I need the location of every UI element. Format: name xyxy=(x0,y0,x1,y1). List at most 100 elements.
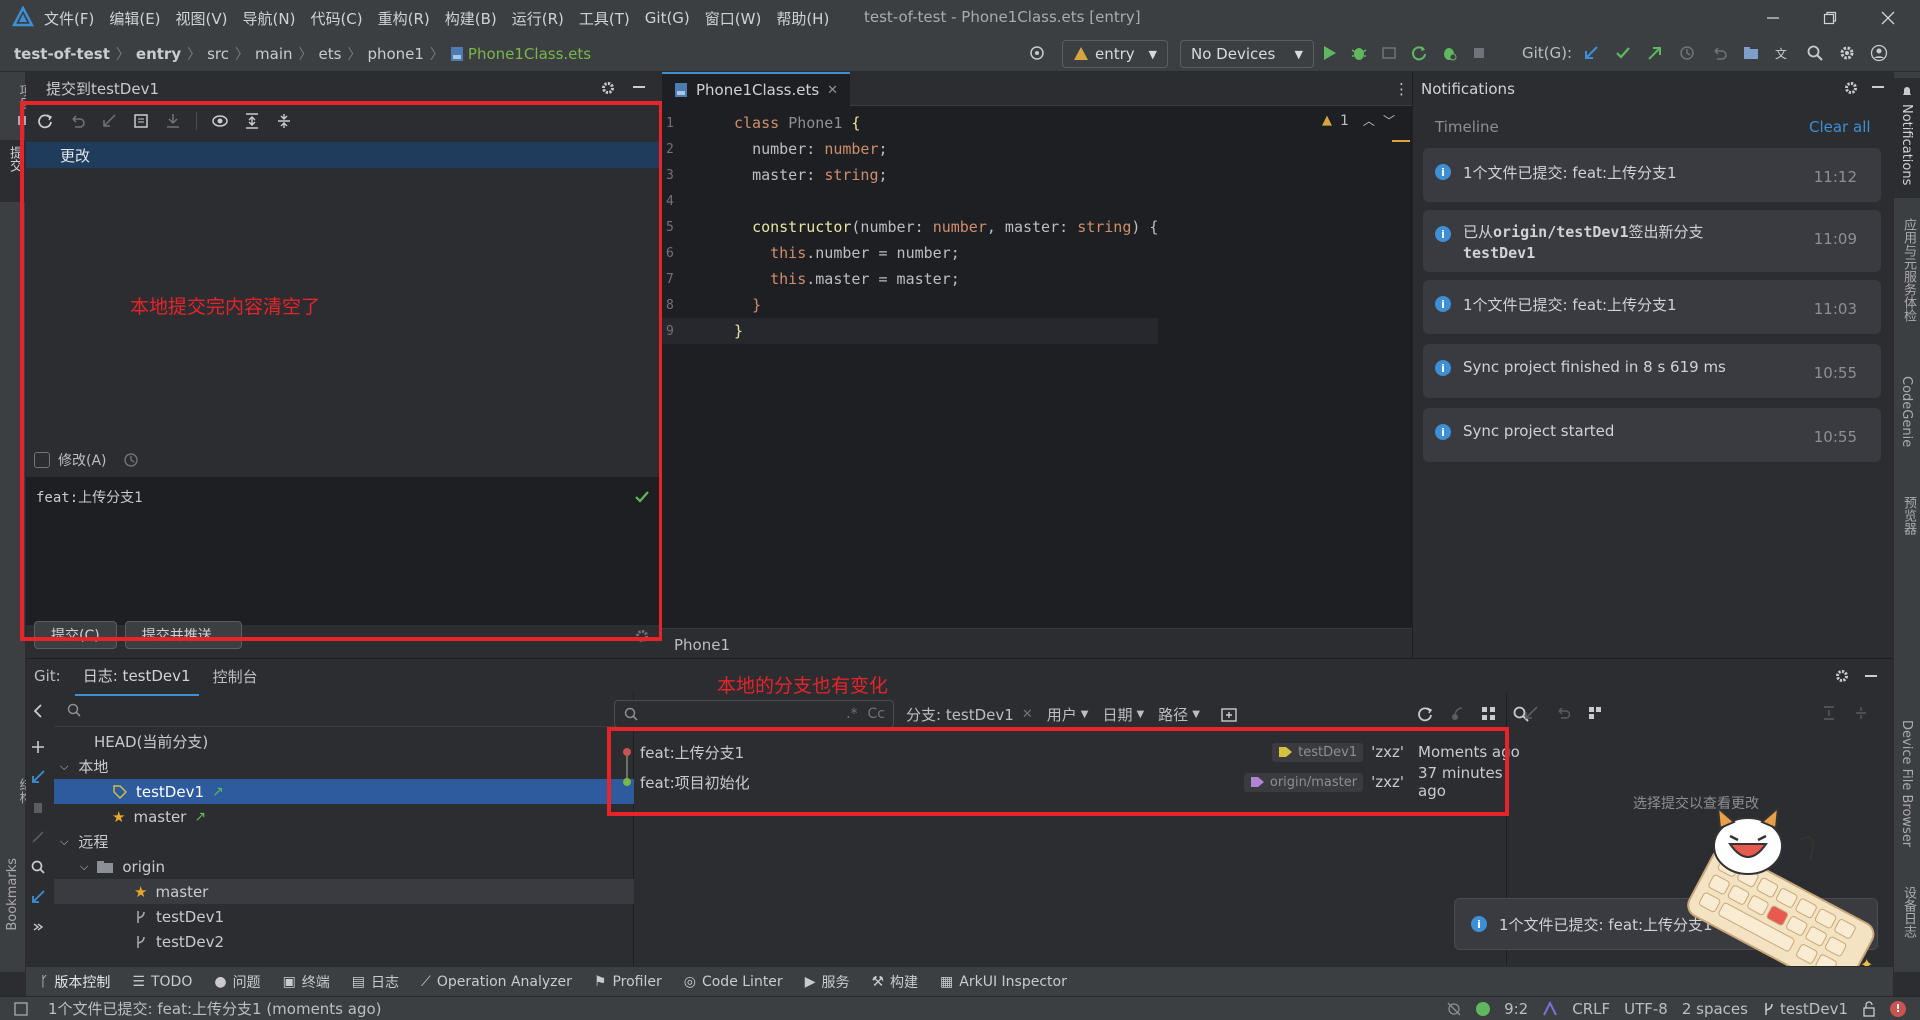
tool-version-control[interactable]: ᚴ 版本控制 xyxy=(40,972,110,992)
tree-item-branch-master[interactable]: ★ master ↗ xyxy=(112,804,206,829)
debug-icon[interactable] xyxy=(1350,44,1368,62)
run-icon[interactable] xyxy=(1320,44,1338,62)
locate-icon[interactable] xyxy=(1028,44,1046,62)
regex-icon[interactable]: .* xyxy=(846,706,857,722)
update-icon[interactable] xyxy=(30,769,46,785)
notifications-tool-button[interactable]: Notifications xyxy=(1894,78,1920,198)
notification-item[interactable]: i 1个文件已提交: feat:上传分支1 11:03 xyxy=(1423,280,1881,334)
menu-git[interactable]: Git(G) xyxy=(645,9,690,27)
match-case-icon[interactable]: Cc xyxy=(868,706,885,722)
indent-setting[interactable]: 2 spaces xyxy=(1682,1000,1748,1018)
history-icon[interactable] xyxy=(1678,44,1696,62)
line-separator[interactable]: CRLF xyxy=(1572,1000,1610,1018)
chevron-up-icon[interactable]: ︿ xyxy=(1363,112,1375,129)
date-filter[interactable]: 日期 xyxy=(1102,704,1132,725)
module-select[interactable]: entry ▼ xyxy=(1062,40,1168,68)
account-icon[interactable] xyxy=(1870,44,1888,62)
tree-item-remote-master[interactable]: ★ master xyxy=(54,879,634,904)
expand-all-icon[interactable] xyxy=(1821,705,1837,721)
stop-icon[interactable] xyxy=(1470,44,1488,62)
group-by-icon[interactable] xyxy=(1587,705,1603,721)
app-check-tool-button[interactable]: 应用与元服务体检 xyxy=(1899,218,1920,326)
reload-icon[interactable] xyxy=(1410,44,1428,62)
minimize-button[interactable] xyxy=(1745,0,1801,36)
current-branch[interactable]: testDev1 xyxy=(1762,1000,1848,1018)
branches-icon[interactable] xyxy=(1742,44,1760,62)
log-search-input[interactable]: .* Cc xyxy=(614,700,894,728)
device-file-browser-button[interactable]: Device File Browser xyxy=(1899,720,1920,851)
code-line[interactable]: 1 class Phone1 { xyxy=(662,110,1158,136)
push-icon[interactable] xyxy=(1646,44,1664,62)
search-icon[interactable] xyxy=(1806,44,1824,62)
tool-log[interactable]: ▤ 日志 xyxy=(352,972,399,992)
crumb-src[interactable]: src xyxy=(207,45,229,63)
menu-help[interactable]: 帮助(H) xyxy=(776,8,829,29)
device-select[interactable]: No Devices ▼ xyxy=(1180,40,1314,68)
tree-item-branch-testdev1[interactable]: testDev1 ↗ xyxy=(54,779,634,804)
menu-build[interactable]: 构建(B) xyxy=(445,8,497,29)
update-icon[interactable] xyxy=(1523,705,1539,721)
status-ok-icon[interactable] xyxy=(1476,1001,1491,1016)
tree-item-local[interactable]: ⌵ 本地 xyxy=(60,754,108,779)
rollback-icon[interactable] xyxy=(1710,44,1728,62)
tool-code-linter[interactable]: ◎ Code Linter xyxy=(684,974,783,990)
branch-search-input[interactable] xyxy=(54,693,634,727)
settings-gear-icon[interactable] xyxy=(1838,44,1856,62)
panel-minimize-icon[interactable] xyxy=(1864,669,1878,683)
code-line[interactable]: 3 master: string; xyxy=(662,162,1158,188)
refresh-icon[interactable] xyxy=(1416,705,1434,723)
menu-tools[interactable]: 工具(T) xyxy=(579,8,630,29)
code-line[interactable]: 2 number: number; xyxy=(662,136,1158,162)
menu-navigate[interactable]: 导航(N) xyxy=(243,8,296,29)
search-icon[interactable] xyxy=(30,859,46,875)
clear-filter-icon[interactable]: ✕ xyxy=(1022,707,1033,722)
notification-item[interactable]: i Sync project started 10:55 xyxy=(1423,408,1881,462)
tab-console[interactable]: 控制台 xyxy=(213,666,258,687)
tool-build[interactable]: ⚒ 构建 xyxy=(871,972,918,992)
update-project-icon[interactable] xyxy=(1582,44,1600,62)
panel-minimize-icon[interactable] xyxy=(1871,80,1885,94)
tree-item-head[interactable]: HEAD(当前分支) xyxy=(94,729,208,754)
crumb-project[interactable]: test-of-test xyxy=(14,45,110,63)
tool-terminal[interactable]: ▣ 终端 xyxy=(283,972,330,992)
error-indicator-icon[interactable]: ! xyxy=(1890,1000,1906,1017)
restore-button[interactable] xyxy=(1802,0,1858,36)
tool-profiler[interactable]: ⚑ Profiler xyxy=(594,974,662,990)
code-line[interactable]: 9} xyxy=(662,318,1159,344)
profile-icon[interactable] xyxy=(1440,44,1458,62)
crumb-main[interactable]: main xyxy=(255,45,292,63)
menu-file[interactable]: 文件(F) xyxy=(44,8,94,29)
notification-item[interactable]: i 已从origin/testDev1签出新分支 testDev1 11:09 xyxy=(1423,210,1881,272)
notification-item[interactable]: i 1个文件已提交: feat:上传分支1 11:12 xyxy=(1423,148,1881,202)
tool-arkui-inspector[interactable]: ▦ ArkUI Inspector xyxy=(940,974,1067,990)
compare-icon[interactable] xyxy=(30,829,46,845)
status-message[interactable]: 1个文件已提交: feat:上传分支1 (moments ago) xyxy=(48,998,382,1019)
notification-item[interactable]: i Sync project finished in 8 s 619 ms 10… xyxy=(1423,344,1881,398)
tool-services[interactable]: ▶ 服务 xyxy=(805,972,850,992)
translate-icon[interactable]: 文 xyxy=(1774,44,1792,62)
code-line[interactable]: 8 } xyxy=(662,292,1158,318)
panel-settings-icon[interactable] xyxy=(1843,80,1859,96)
more-icon[interactable] xyxy=(30,919,46,935)
crumb-module[interactable]: entry xyxy=(136,45,181,63)
commit-check-icon[interactable] xyxy=(1614,44,1632,62)
tree-item-remote-testdev2[interactable]: testDev2 xyxy=(134,929,224,954)
inspection-off-icon[interactable] xyxy=(1446,1001,1462,1017)
crumb-phone1[interactable]: phone1 xyxy=(367,45,423,63)
chevron-left-icon[interactable] xyxy=(30,703,46,719)
tool-todo[interactable]: ☰ TODO xyxy=(132,974,192,990)
branch-filter[interactable]: 分支: testDev1 xyxy=(906,704,1014,725)
rollback-icon[interactable] xyxy=(1555,705,1571,721)
tool-problems[interactable]: ● 问题 xyxy=(214,972,260,992)
tab-log[interactable]: 日志: testDev1 xyxy=(74,657,199,696)
tree-item-remote-testdev1[interactable]: testDev1 xyxy=(134,904,224,929)
delete-icon[interactable] xyxy=(30,799,46,815)
user-filter[interactable]: 用户 xyxy=(1047,704,1077,725)
add-icon[interactable] xyxy=(30,739,46,755)
menu-window[interactable]: 窗口(W) xyxy=(705,8,762,29)
tab-phone1class[interactable]: Phone1Class.ets ✕ xyxy=(662,72,851,106)
attach-debugger-icon[interactable] xyxy=(1380,44,1398,62)
more-tabs-icon[interactable]: ⋮ xyxy=(1394,80,1409,98)
code-line[interactable]: 4 xyxy=(662,188,1158,214)
menu-view[interactable]: 视图(V) xyxy=(176,8,228,29)
